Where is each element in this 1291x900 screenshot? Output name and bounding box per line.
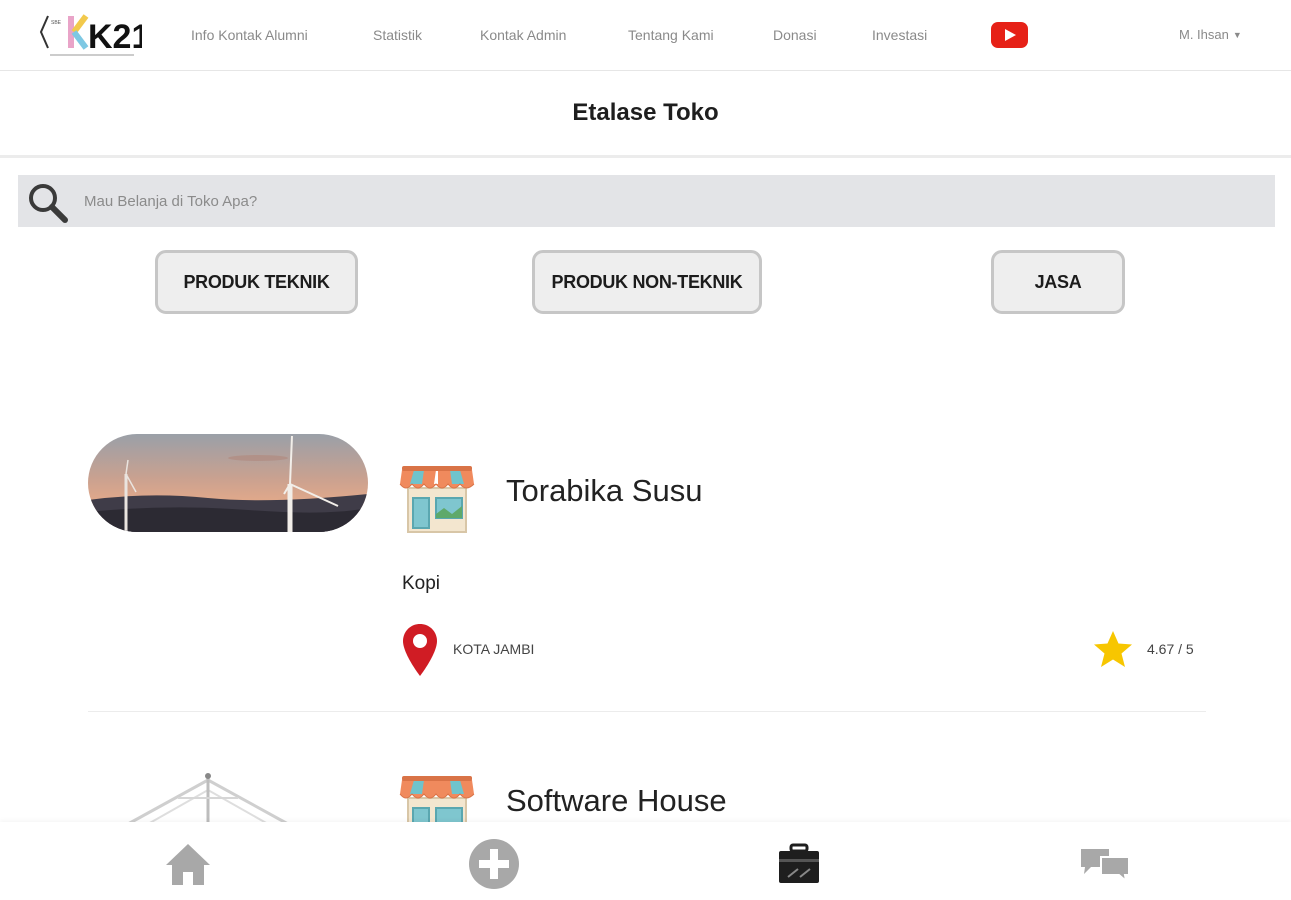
store-category: Kopi [402, 573, 441, 594]
page-title-bar: Etalase Toko [0, 72, 1291, 158]
nav-link-donasi[interactable]: Donasi [773, 27, 817, 43]
svg-text:SBE: SBE [51, 20, 62, 26]
category-produk-teknik-button[interactable]: PRODUK TEKNIK [155, 250, 358, 314]
store-city: KOTA JAMBI [453, 641, 535, 657]
store-name[interactable]: Torabika Susu [506, 473, 702, 509]
home-icon[interactable] [162, 838, 214, 890]
store-banner-image[interactable] [88, 434, 368, 532]
store-rating: 4.67 / 5 [1147, 641, 1194, 657]
page-title: Etalase Toko [572, 99, 719, 126]
briefcase-icon[interactable] [773, 838, 825, 890]
svg-text:K21: K21 [88, 18, 142, 56]
top-navbar: SBE K21 Info Kontak Alumni Statistik Kon… [0, 0, 1291, 71]
nav-link-info-kontak-alumni[interactable]: Info Kontak Alumni [191, 27, 308, 43]
search-icon[interactable] [26, 181, 70, 225]
user-menu[interactable]: M. Ihsan ▼ [1179, 27, 1242, 42]
add-circle-icon[interactable] [468, 838, 520, 890]
star-icon [1092, 629, 1134, 669]
category-produk-non-teknik-button[interactable]: PRODUK NON-TEKNIK [532, 250, 762, 314]
category-jasa-button[interactable]: JASA [991, 250, 1125, 314]
chevron-down-icon: ▼ [1232, 30, 1242, 40]
nav-link-tentang-kami[interactable]: Tentang Kami [628, 27, 714, 43]
card-divider [88, 711, 1206, 712]
bottom-navbar [0, 822, 1291, 900]
shop-icon [398, 460, 476, 536]
search-input[interactable] [84, 175, 1264, 227]
youtube-icon[interactable] [991, 22, 1028, 48]
store-banner-image[interactable] [88, 768, 368, 828]
k21-logo[interactable]: SBE K21 [38, 10, 150, 62]
store-name[interactable]: Software House [506, 783, 727, 819]
nav-link-statistik[interactable]: Statistik [373, 27, 422, 43]
location-pin-icon [401, 622, 439, 678]
user-name: M. Ihsan [1179, 27, 1229, 42]
search-bar [18, 175, 1275, 227]
nav-link-kontak-admin[interactable]: Kontak Admin [480, 27, 566, 43]
nav-link-investasi[interactable]: Investasi [872, 27, 927, 43]
chat-icon[interactable] [1079, 838, 1131, 890]
